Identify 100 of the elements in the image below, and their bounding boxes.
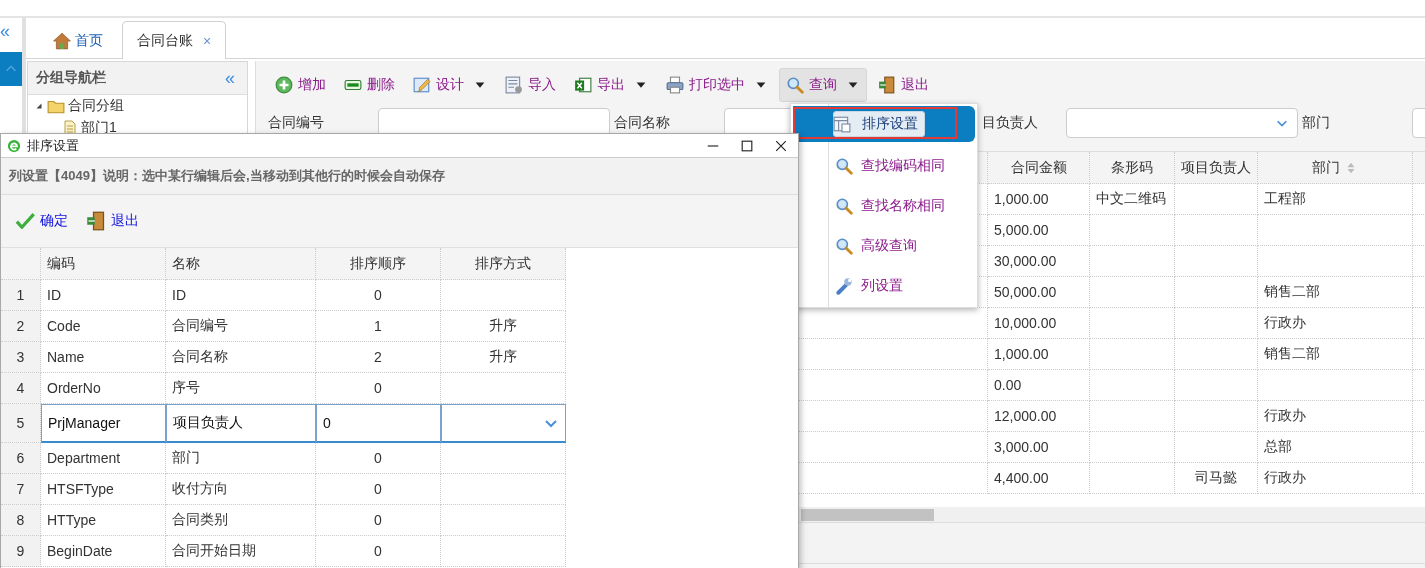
table-cell: 1,000.00 xyxy=(988,339,1090,370)
table-row[interactable]: 5 PrjManager 项目负责人 0 xyxy=(1,404,566,443)
table-cell: 4,400.00 xyxy=(988,463,1090,494)
table-row[interactable]: 3 Name 合同名称 2 升序 xyxy=(1,342,566,373)
table-cell: 合同名称 xyxy=(166,342,316,373)
table-cell: 升序 xyxy=(441,311,566,342)
name-field[interactable]: 项目负责人 xyxy=(166,404,316,443)
select-field[interactable] xyxy=(1066,108,1298,138)
toolbar-button[interactable]: 确定 xyxy=(15,211,68,231)
toolbar-button[interactable]: 退出 xyxy=(86,211,139,231)
table-cell: 30,000.00 xyxy=(988,246,1090,277)
table-cell: 合同开始日期 xyxy=(166,536,316,567)
column-header[interactable] xyxy=(1413,152,1425,184)
toolbar-button[interactable]: 打印选中 xyxy=(659,67,775,102)
direction-select[interactable] xyxy=(441,404,566,443)
table-cell: 行政办 xyxy=(1258,308,1413,339)
door-icon xyxy=(86,211,106,231)
tab[interactable]: 合同台账 × xyxy=(122,21,227,59)
close-icon[interactable] xyxy=(774,138,788,153)
info-text: 列设置【4049】说明：选中某行编辑后会,当移动到其他行的时候会自动保存 xyxy=(1,158,798,195)
table-cell: 销售二部 xyxy=(1258,277,1413,308)
column-header[interactable]: 部门 xyxy=(1258,152,1413,184)
row-number: 3 xyxy=(1,342,41,373)
row-number: 5 xyxy=(1,404,41,443)
field-label: 部门 xyxy=(1302,114,1331,132)
column-header: 排序顺序 xyxy=(316,248,441,280)
table-cell: Department xyxy=(41,443,166,474)
table-cell: 0 xyxy=(316,280,441,311)
table-cell: ID xyxy=(41,280,166,311)
collapse-button[interactable]: « xyxy=(0,18,22,48)
sidebar-tab[interactable] xyxy=(0,52,22,86)
table-cell: 部门 xyxy=(166,443,316,474)
search-icon xyxy=(835,237,853,255)
table-cell: 10,000.00 xyxy=(988,308,1090,339)
row-number: 8 xyxy=(1,505,41,536)
order-field[interactable]: 0 xyxy=(316,404,441,443)
table-cell: 升序 xyxy=(441,342,566,373)
table-cell: ID xyxy=(166,280,316,311)
window-title: 排序设置 xyxy=(27,136,79,155)
table-cell: HTSFType xyxy=(41,474,166,505)
column-header[interactable]: 项目负责人 xyxy=(1175,152,1258,184)
toolbar-button[interactable]: 查询 xyxy=(779,67,867,102)
table-cell: 总部 xyxy=(1258,432,1413,463)
row-number: 6 xyxy=(1,443,41,474)
toolbar-button[interactable]: 增加 xyxy=(268,67,333,102)
table-cell: 司马懿 xyxy=(1175,463,1258,494)
table-cell: 中文二维码 xyxy=(1090,184,1175,215)
row-number: 7 xyxy=(1,474,41,505)
code-field[interactable]: PrjManager xyxy=(41,404,166,443)
search-icon xyxy=(835,157,853,175)
table-cell: 合同类别 xyxy=(166,505,316,536)
table-cell: 3,000.00 xyxy=(988,432,1090,463)
table-row[interactable]: 8 HTType 合同类别 0 xyxy=(1,505,566,536)
table-cell: 行政办 xyxy=(1258,401,1413,432)
header-label: 部门 xyxy=(1312,158,1340,177)
table-row[interactable]: 6 Department 部门 0 xyxy=(1,443,566,474)
app-logo-icon xyxy=(7,138,21,153)
table-row[interactable]: 2 Code 合同编号 1 升序 xyxy=(1,311,566,342)
row-number: 2 xyxy=(1,311,41,342)
table-gear-icon xyxy=(505,75,523,94)
table-cell: 行政办 xyxy=(1258,463,1413,494)
expand-triangle-icon[interactable] xyxy=(34,101,44,111)
table-cell: 合同编号 xyxy=(166,311,316,342)
panel-title: 分组导航栏 xyxy=(36,69,106,87)
table-row[interactable]: 7 HTSFType 收付方向 0 xyxy=(1,474,566,505)
search-icon xyxy=(786,75,804,94)
table-cell: 12,000.00 xyxy=(988,401,1090,432)
field-label: 目负责人 xyxy=(982,114,1039,132)
table-cell: 0 xyxy=(316,505,441,536)
table-cell: Code xyxy=(41,311,166,342)
table-cell: 工程部 xyxy=(1258,184,1413,215)
search-icon xyxy=(835,197,853,215)
pencil-icon xyxy=(413,75,431,94)
table-cell: 0 xyxy=(316,536,441,567)
door-icon xyxy=(878,75,896,94)
toolbar-button[interactable]: 退出 xyxy=(871,67,936,102)
column-header[interactable]: 合同金额 xyxy=(988,152,1090,184)
table-cell: Name xyxy=(41,342,166,373)
table-row[interactable]: 1 ID ID 0 xyxy=(1,280,566,311)
tree-item[interactable]: 合同分组 xyxy=(68,97,124,115)
table-cell: 50,000.00 xyxy=(988,277,1090,308)
column-header[interactable]: 条形码 xyxy=(1090,152,1175,184)
menu-item[interactable]: 排序设置 xyxy=(793,106,975,142)
table-cell: BeginDate xyxy=(41,536,166,567)
wrench-icon xyxy=(835,277,853,295)
toolbar-button[interactable]: 导出 xyxy=(567,67,655,102)
toolbar-button[interactable]: 删除 xyxy=(337,67,402,102)
maximize-icon[interactable] xyxy=(740,138,754,153)
field-label: 合同名称 xyxy=(614,114,671,132)
scrollbar-thumb[interactable] xyxy=(801,509,934,521)
table-cell: 0 xyxy=(316,474,441,505)
toolbar-button[interactable]: 导入 xyxy=(498,67,563,102)
table-cell: 2 xyxy=(316,342,441,373)
toolbar-button[interactable]: 设计 xyxy=(406,67,494,102)
column-header: 名称 xyxy=(166,248,316,280)
table-cell: 1 xyxy=(316,311,441,342)
house-icon xyxy=(53,31,71,50)
table-cell: HTType xyxy=(41,505,166,536)
spreadsheet-icon xyxy=(574,75,592,94)
table-row[interactable]: 9 BeginDate 合同开始日期 0 xyxy=(1,536,566,567)
